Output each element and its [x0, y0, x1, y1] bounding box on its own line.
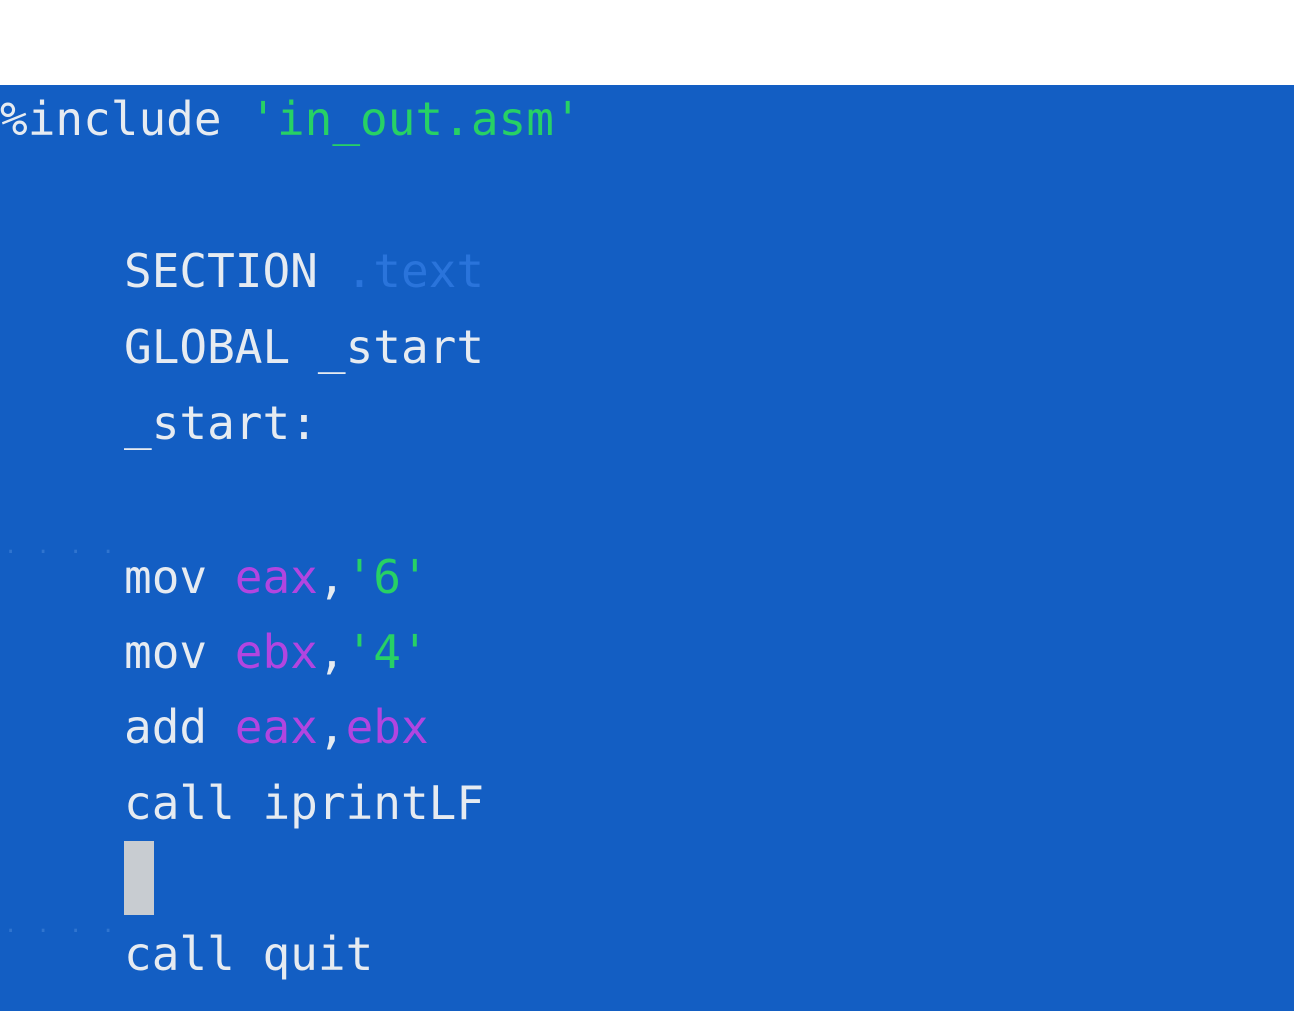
operand-separator: ,	[317, 625, 346, 679]
code-line-4: _start:	[0, 385, 318, 461]
register-operand: ebx	[234, 625, 318, 679]
code-editor[interactable]: %include 'in_out.asm' SECTION .text GLOB…	[0, 85, 1294, 1011]
include-directive: %include	[0, 92, 222, 146]
immediate-operand: '4'	[345, 625, 429, 679]
immediate-operand: '6'	[345, 550, 429, 604]
instruction-mnemonic: add	[124, 700, 208, 754]
code-line-5: · · · ·	[0, 461, 124, 565]
code-line-10[interactable]: · · · ·	[0, 840, 154, 944]
register-operand: eax	[234, 550, 318, 604]
start-label: _start:	[124, 396, 318, 450]
code-line-11: call quit	[0, 916, 373, 992]
section-keyword: SECTION	[124, 244, 318, 298]
code-line-8: add eax,ebx	[0, 689, 429, 765]
section-name: .text	[345, 244, 485, 298]
register-operand: ebx	[345, 700, 429, 754]
code-line-9: call iprintLF	[0, 765, 484, 841]
code-line-3: GLOBAL _start	[0, 309, 484, 385]
instruction-mnemonic: mov	[124, 550, 208, 604]
global-symbol: _start	[317, 320, 485, 374]
code-line-7: mov ebx,'4'	[0, 614, 429, 690]
code-line-1: %include 'in_out.asm'	[0, 85, 582, 157]
instruction-mnemonic: call	[124, 776, 235, 830]
instruction-mnemonic: call	[124, 927, 235, 981]
include-filename: 'in_out.asm'	[249, 92, 582, 146]
operand-separator: ,	[317, 700, 346, 754]
instruction-mnemonic: mov	[124, 625, 208, 679]
top-margin	[0, 0, 1294, 85]
code-line-6: mov eax,'6'	[0, 539, 429, 615]
global-keyword: GLOBAL	[124, 320, 291, 374]
call-target: iprintLF	[262, 776, 485, 830]
operand-separator: ,	[317, 550, 346, 604]
code-line-2: SECTION .text	[0, 233, 484, 309]
text-cursor	[124, 841, 154, 915]
register-operand: eax	[234, 700, 318, 754]
call-target: quit	[262, 927, 374, 981]
